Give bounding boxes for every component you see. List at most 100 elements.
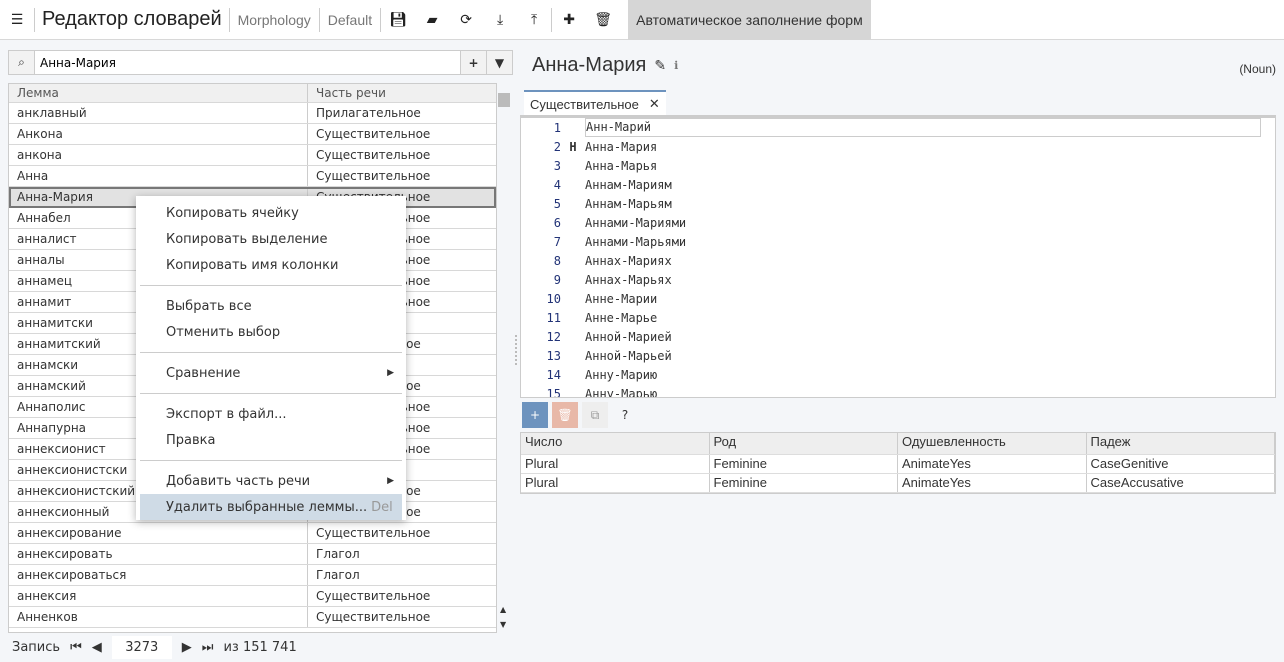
pos-cell[interactable]: Существительное [308,124,496,144]
download-icon[interactable]: ⤓ [483,0,517,40]
refresh-icon[interactable]: ⟳ [449,0,483,40]
menu-item[interactable]: Добавить часть речи ▶ [136,468,406,494]
column-header-lemma[interactable]: Лемма [9,84,308,102]
filter-icon[interactable]: ▼ [486,51,512,74]
next-page-icon[interactable]: ▶ [182,640,192,655]
pos-cell[interactable]: Существительное [308,145,496,165]
menu-item[interactable]: Экспорт в файл... [136,401,406,427]
menu-item[interactable]: Выбрать все [136,293,406,319]
menu-icon[interactable]: ☰ [0,0,34,40]
table-row[interactable]: аннексировать Глагол [9,544,496,565]
form-line[interactable]: 13 Анной-Марьей [521,346,1275,365]
lemma-cell[interactable]: аннексировать [9,544,308,564]
menu-item[interactable]: Копировать имя колонки [136,252,406,278]
table-row[interactable]: Анненков Существительное [9,607,496,628]
auto-fill-button[interactable]: Автоматическое заполнение форм [628,0,871,40]
form-line[interactable]: 11 Анне-Марье [521,308,1275,327]
table-row[interactable]: аннексироваться Глагол [9,565,496,586]
form-text[interactable]: Анне-Марии [585,292,1275,306]
last-page-icon[interactable]: ⏭ [202,640,214,655]
form-line[interactable]: 6 Аннами-Мариями [521,213,1275,232]
panel-splitter[interactable] [515,335,517,365]
lemma-cell[interactable]: Анна [9,166,308,186]
scroll-down-icon[interactable]: ▼ [500,620,506,629]
form-line[interactable]: 9 Аннах-Марьях [521,270,1275,289]
table-row[interactable]: Plural Feminine AnimateYes CaseGenitive [521,455,1275,474]
record-input[interactable]: 3273 [111,636,172,659]
scroll-up-icon[interactable]: ▲ [500,605,506,614]
form-text[interactable]: Аннах-Мариях [585,254,1275,268]
table-cell[interactable]: AnimateYes [898,455,1087,473]
upload-icon[interactable]: ⤒ [517,0,551,40]
add-button[interactable]: + [460,51,486,74]
menu-item[interactable]: Копировать ячейку [136,200,406,226]
column-header[interactable]: Род [710,433,898,454]
form-line[interactable]: 14 Анну-Марию [521,365,1275,384]
table-cell[interactable]: AnimateYes [898,474,1087,492]
menu-item[interactable]: Удалить выбранные леммы... Del [140,494,402,520]
pos-cell[interactable]: Существительное [308,607,496,627]
form-line[interactable]: 2 Н Анна-Мария [521,137,1275,156]
column-header[interactable]: Падеж [1087,433,1275,454]
table-cell[interactable]: CaseGenitive [1087,455,1275,473]
lemma-cell[interactable]: аннексия [9,586,308,606]
pos-cell[interactable]: Существительное [308,523,496,543]
forms-editor[interactable]: 1 Анн-Марий 2 Н Анна-Мария 3 Анна-Марья 4 Аннам-… [520,115,1276,398]
column-header[interactable]: Число [521,433,710,454]
table-row[interactable]: Plural Feminine AnimateYes CaseAccusative [521,474,1275,493]
lemma-cell[interactable]: анкона [9,145,308,165]
menu-item[interactable]: Копировать выделение [136,226,406,252]
table-cell[interactable]: Plural [521,455,710,473]
form-line[interactable]: 12 Анной-Марией [521,327,1275,346]
lemma-cell[interactable]: аннексирование [9,523,308,543]
form-line[interactable]: 10 Анне-Марии [521,289,1275,308]
form-line[interactable]: 15 Анну-Марью [521,384,1275,398]
lemma-cell[interactable]: Анненков [9,607,308,627]
tab-noun[interactable]: Существительное ✕ [524,90,666,116]
grid-scrollbar[interactable]: ▲ ▼ [497,83,511,633]
default-label[interactable]: Default [320,12,380,28]
save-icon[interactable]: 💾︎ [381,0,415,40]
menu-item[interactable]: Правка [136,427,406,453]
search-input[interactable] [35,51,460,74]
lemma-cell[interactable]: Анкона [9,124,308,144]
table-row[interactable]: аннексирование Существительное [9,523,496,544]
table-cell[interactable]: Feminine [710,455,898,473]
form-line[interactable]: 7 Аннами-Марьями [521,232,1275,251]
morphology-label[interactable]: Morphology [230,12,319,28]
form-text[interactable]: Аннами-Мариями [585,216,1275,230]
help-button[interactable]: ? [612,402,638,428]
form-text[interactable]: Анну-Марию [585,368,1275,382]
table-row[interactable]: анкона Существительное [9,145,496,166]
menu-item[interactable]: Отменить выбор [136,319,406,345]
form-text[interactable]: Анна-Марья [585,159,1275,173]
lemma-cell[interactable]: анклавный [9,103,308,123]
form-text[interactable]: Анн-Марий [585,118,1261,137]
form-line[interactable]: 8 Аннах-Мариях [521,251,1275,270]
form-text[interactable]: Аннах-Марьях [585,273,1275,287]
add-form-button[interactable]: + [522,402,548,428]
form-line[interactable]: 5 Аннам-Марьям [521,194,1275,213]
form-line[interactable]: 1 Анн-Марий [521,118,1275,137]
eraser-icon[interactable]: ▰ [415,0,449,40]
scrollbar-thumb[interactable] [498,93,510,107]
form-text[interactable]: Анной-Марией [585,330,1275,344]
form-text[interactable]: Анна-Мария [585,140,1275,154]
copy-form-button[interactable]: ⧉ [582,402,608,428]
table-cell[interactable]: Feminine [710,474,898,492]
pos-cell[interactable]: Существительное [308,586,496,606]
menu-item[interactable]: Сравнение ▶ [136,360,406,386]
form-text[interactable]: Аннам-Марьям [585,197,1275,211]
table-cell[interactable]: Plural [521,474,710,492]
delete-form-button[interactable]: 🗑︎ [552,402,578,428]
info-icon[interactable]: ℹ [674,59,678,72]
form-text[interactable]: Аннами-Марьями [585,235,1275,249]
pos-cell[interactable]: Глагол [308,544,496,564]
table-row[interactable]: анклавный Прилагательное [9,103,496,124]
column-header-pos[interactable]: Часть речи [308,84,496,102]
pos-cell[interactable]: Глагол [308,565,496,585]
form-text[interactable]: Анной-Марьей [585,349,1275,363]
first-page-icon[interactable]: ⏮ [70,640,82,655]
plus-icon[interactable]: ✚ [552,0,586,40]
form-text[interactable]: Анну-Марью [585,387,1275,398]
